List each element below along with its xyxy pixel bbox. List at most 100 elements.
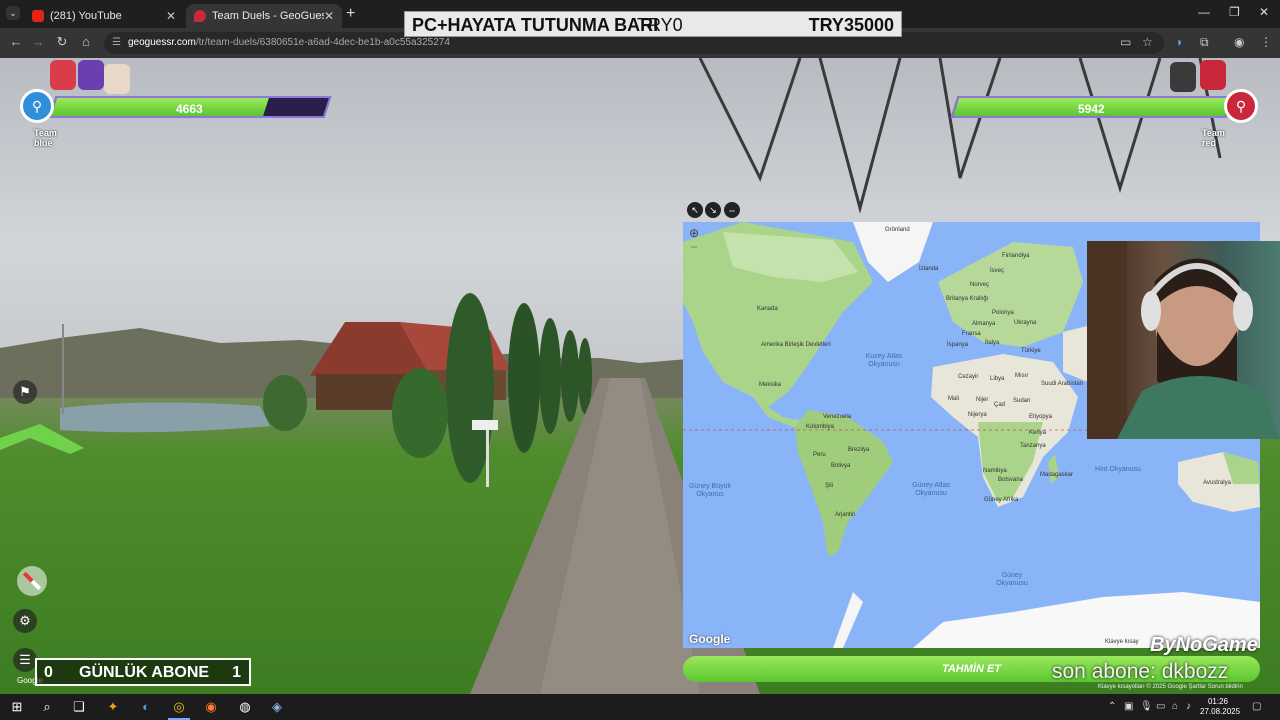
team-blue-pin-icon: ⚲ [20,89,54,123]
daily-subs-count: 1 [232,664,241,681]
map-country-label: Peru [813,452,826,458]
map-country-label: Suudi Arabistan [1041,381,1084,387]
bookmark-star-icon[interactable]: ☆ [1142,35,1153,49]
close-tab-icon[interactable]: ✕ [166,9,176,23]
close-tab-icon[interactable]: ✕ [324,9,334,23]
map-country-label: Libya [990,376,1005,382]
map-country-label: Kanada [757,306,778,312]
search-icon[interactable]: ⌕ [38,698,56,716]
player-avatar [104,64,130,94]
notification-icon[interactable]: ▢ [1252,701,1261,712]
chrome-icon[interactable]: ◎ [168,698,190,720]
puzzle-extensions-icon[interactable]: ⧉ [1200,35,1209,50]
map-country-label: Polonya [992,310,1014,316]
tray-chevron-icon[interactable]: ⌃ [1108,701,1116,712]
network-icon[interactable]: ⌂ [1172,701,1178,712]
site-info-icon[interactable]: ☰ [112,32,121,54]
map-country-label: Kolombiya [806,424,835,430]
profile-icon[interactable]: ◉ [1234,35,1244,49]
team-red-pin-icon: ⚲ [1224,89,1258,123]
volume-icon[interactable]: ♪ [1186,701,1191,712]
url-path: /tr/team-duels/6380651e-a6ad-4dec-be1b-a… [195,37,450,48]
map-zoom-control: ⊕ − [686,226,702,254]
daily-subs-label: GÜNLÜK ABONE [79,664,210,681]
tab-geoguessr[interactable]: Team Duels - GeoGuessr ✕ [186,4,342,28]
player-avatar [1200,60,1226,90]
new-tab-button[interactable]: + [346,5,355,23]
map-country-label: Çad [994,402,1006,408]
back-icon[interactable]: ← [8,34,24,49]
edge-icon[interactable]: ◐ [137,698,155,716]
map-country-label: Namibya [983,468,1007,474]
team-red-health-bar: 5942 [950,96,1234,118]
player-avatar [1170,62,1196,92]
map-country-label: Brezilya [848,447,870,453]
tab-title: (281) YouTube [50,10,122,22]
map-country-label: Türkiye [1021,348,1041,354]
map-country-label: Almanya [972,321,996,327]
compass-icon[interactable] [17,566,47,596]
tray-app-icon[interactable]: ▣ [1124,701,1133,712]
clock-time: 01:26 [1207,697,1229,706]
task-view-icon[interactable]: ❏ [70,698,88,716]
team-red-health: 5942 [1077,102,1105,116]
map-shrink-icon[interactable]: ↘ [705,202,721,218]
map-country-label: İtalya [985,340,1000,346]
url-host: geoguessr.com [128,37,196,48]
menu-kebab-icon[interactable]: ⋮ [1260,35,1272,49]
map-ocean-label: Hint Okyanusu [1095,466,1141,473]
map-google-logo: Google [689,632,731,646]
map-country-label: Ukrayna [1014,320,1037,326]
windows-start-icon[interactable]: ⊞ [8,698,26,716]
map-enlarge-icon[interactable]: ↖ [687,202,703,218]
zoom-out-icon[interactable]: − [686,240,702,254]
restore-icon[interactable]: ❐ [1229,5,1240,19]
streamer-webcam [1087,241,1280,439]
map-country-label: Şili [825,483,834,489]
youtube-icon [32,10,44,22]
reload-icon[interactable]: ↻ [54,34,70,50]
obs-icon[interactable]: ◍ [236,698,254,716]
firefox-icon[interactable]: ◉ [202,698,220,716]
steam-icon[interactable]: ◈ [268,698,286,716]
extension-icon[interactable]: ◗ [1176,35,1183,49]
map-country-label: Nijer [976,397,989,403]
windows-taskbar: ⊞ ⌕ ❏ ✦ ◐ ◎ ◉ ◍ ◈ ⌃ ▣ 🎙 ▭ ⌂ ♪ 01:26 27.0… [0,694,1280,720]
chat-icon[interactable]: ☰ [13,648,37,672]
channel-brand: ByNoGame [1150,634,1258,656]
map-country-label: Madagaskar [1040,472,1074,478]
map-country-label: Güney Afrika [984,497,1019,503]
map-country-label: Arjantin [835,512,856,518]
cast-icon[interactable]: ▭ [1120,35,1131,49]
last-subscriber: son abone: dkbozz [1052,660,1229,683]
map-country-label: Mali [948,396,960,402]
team-blue-health-bar: 4663 [48,96,332,118]
forward-icon[interactable]: → [30,34,46,49]
map-footer: Klavye kısay [1105,639,1139,645]
map-ocean-label: Güney Büyük Okyanus [688,483,732,498]
webcam-person [1087,241,1280,439]
tab-title: Team Duels - GeoGuessr [212,10,324,22]
zoom-in-icon[interactable]: ⊕ [686,226,702,240]
tab-youtube[interactable]: (281) YouTube ✕ [24,4,184,28]
map-country-label: Amerika Birleşik Devletleri [761,342,831,348]
minimize-icon[interactable]: — [1198,5,1210,19]
battery-icon[interactable]: ▭ [1156,701,1165,712]
copilot-icon[interactable]: ✦ [104,698,122,716]
goal-current: TRY0 [637,15,683,35]
map-country-label: İsveç [990,268,1005,274]
player-avatar [78,60,104,90]
system-clock[interactable]: 01:26 27.08.2025 [1200,697,1240,717]
map-country-label: İspanya [947,342,969,348]
map-pin-icon[interactable]: ⇔ [724,202,740,218]
geoguessr-pin-icon [194,10,206,22]
microphone-icon[interactable]: 🎙 [1140,701,1153,712]
tab-search-icon[interactable]: ⌄ [6,6,20,20]
settings-gear-icon[interactable]: ⚙ [13,609,37,633]
close-window-icon[interactable]: ✕ [1259,5,1269,19]
map-country-label: Bolivya [831,463,851,469]
home-icon[interactable]: ⌂ [78,34,94,49]
map-country-label: Grönland [885,227,910,233]
map-country-label: Sudan [1013,398,1031,404]
report-location-icon[interactable]: ⚑ [13,380,37,404]
